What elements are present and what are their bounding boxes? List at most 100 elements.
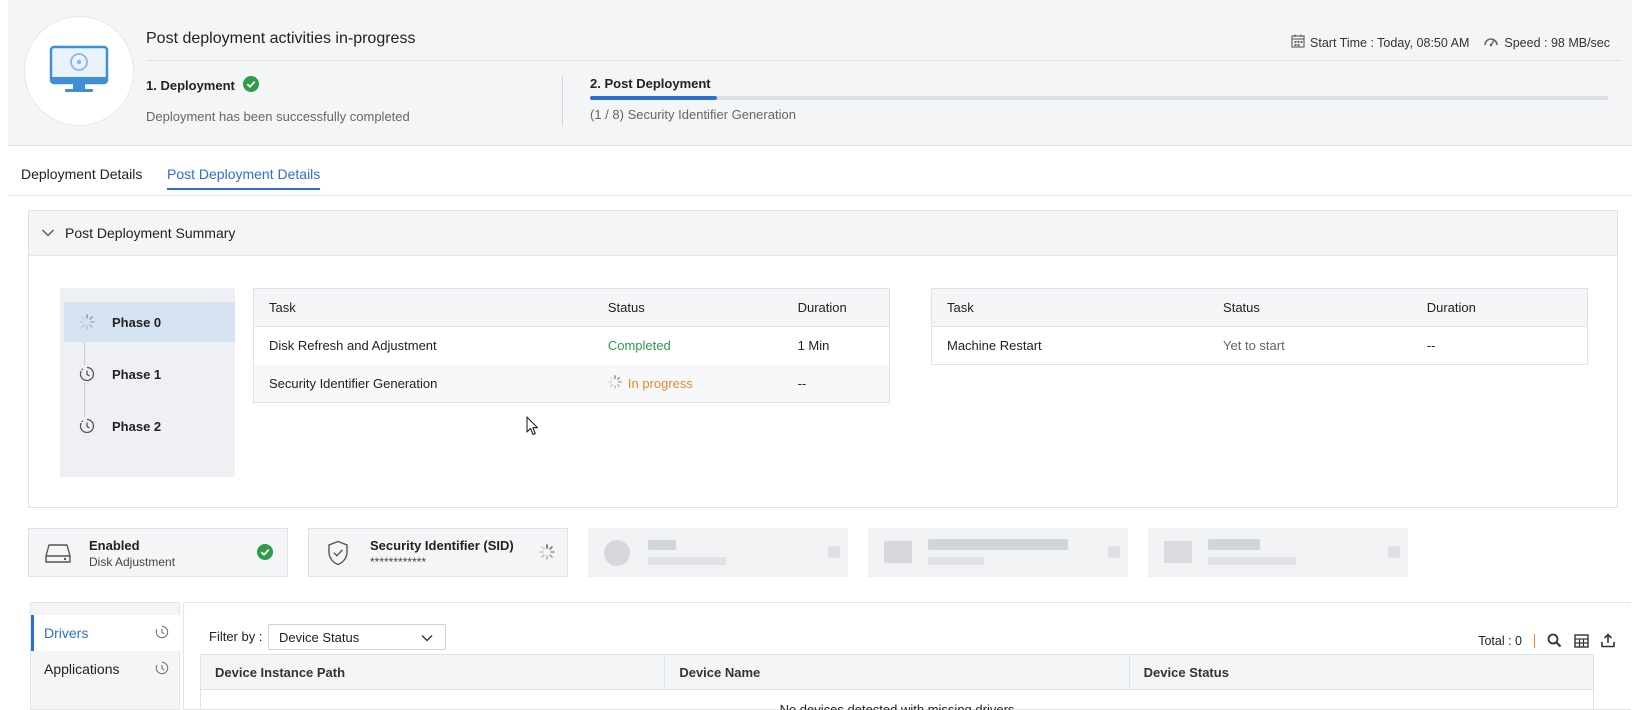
table-columns-icon[interactable] <box>1574 633 1589 648</box>
deployment-header: Post deployment activities in-progress S… <box>8 0 1632 146</box>
inventory-nav: Drivers Applications <box>30 602 181 710</box>
empty-state-message: No devices detected with missing drivers <box>779 702 1015 710</box>
column-header-device-status[interactable]: Device Status <box>1130 655 1593 689</box>
blurred-card <box>868 528 1128 577</box>
phase-0-label: Phase 0 <box>112 314 162 330</box>
pending-task-table: Task Status Duration Machine Restart Yet… <box>931 288 1588 365</box>
task-name: Security Identifier Generation <box>253 364 593 403</box>
device-status-filter[interactable]: Device Status <box>268 624 446 650</box>
phase-2[interactable]: Phase 2 <box>64 406 235 446</box>
start-time-text: Start Time : Today, 08:50 AM <box>1310 35 1470 50</box>
speed: Speed : 98 MB/sec <box>1483 35 1610 50</box>
card-subtitle: Disk Adjustment <box>89 555 176 569</box>
status-completed: Completed <box>607 338 671 354</box>
blurred-card <box>588 528 848 577</box>
pending-clock-icon <box>78 365 96 383</box>
card-subtitle: ************ <box>370 555 427 569</box>
pending-clock-icon <box>78 417 96 435</box>
monitor-badge <box>24 16 134 126</box>
search-icon[interactable] <box>1547 633 1562 648</box>
export-icon[interactable] <box>1601 633 1615 648</box>
pending-clock-icon <box>155 625 169 642</box>
table-row: Security Identifier Generation In progre… <box>253 364 890 403</box>
summary-title: Post Deployment Summary <box>65 225 236 241</box>
column-header-device-instance-path[interactable]: Device Instance Path <box>201 655 666 689</box>
phase-1[interactable]: Phase 1 <box>64 354 235 394</box>
spinner-icon <box>608 374 622 392</box>
phase-2-label: Phase 2 <box>112 418 162 434</box>
task-duration: -- <box>782 364 890 403</box>
task-duration: -- <box>1426 338 1436 353</box>
step-post-deployment-label: 2. Post Deployment <box>590 76 711 91</box>
monitor-disc-icon <box>47 44 111 99</box>
chevron-down-icon <box>421 630 433 645</box>
column-header-device-name[interactable]: Device Name <box>665 655 1130 689</box>
detail-tabs: Deployment Details Post Deployment Detai… <box>8 146 1632 196</box>
step-deployment-label: 1. Deployment <box>146 78 235 93</box>
drivers-grid-body: No devices detected with missing drivers <box>200 690 1594 710</box>
status-yet-to-start: Yet to start <box>1223 338 1285 353</box>
check-circle-icon <box>257 544 273 563</box>
drivers-content: Filter by : Device Status Total : 0 Devi… <box>183 602 1631 710</box>
post-deployment-summary-panel: Post Deployment Summary Phase 0 Phase 1 … <box>28 210 1618 508</box>
task-status: In progress <box>592 364 783 403</box>
nav-item-label: Applications <box>44 661 120 677</box>
speed-text: Speed : 98 MB/sec <box>1504 35 1610 50</box>
task-name: Disk Refresh and Adjustment <box>269 338 437 354</box>
disk-icon <box>45 542 71 567</box>
status-in-progress-text: In progress <box>627 375 693 391</box>
status-in-progress: In progress <box>608 374 693 392</box>
card-title: Enabled <box>89 538 140 553</box>
spinner-icon <box>78 313 96 331</box>
filter-label: Filter by : <box>209 629 263 644</box>
mouse-cursor-icon <box>526 416 540 439</box>
sid-card[interactable]: Security Identifier (SID) ************ <box>308 528 568 577</box>
drivers-grid-header: Device Instance Path Device Name Device … <box>200 654 1594 690</box>
post-deployment-progress-bar <box>590 96 1608 100</box>
nav-item-applications[interactable]: Applications <box>31 651 181 687</box>
progress-fill <box>590 96 718 100</box>
disk-adjustment-card[interactable]: Enabled Disk Adjustment <box>28 528 288 577</box>
column-header-status: Status <box>592 288 783 327</box>
start-time: Start Time : Today, 08:50 AM <box>1291 34 1469 51</box>
table-header-row: Task Status Duration <box>253 288 890 327</box>
task-duration: 1 Min <box>797 338 830 354</box>
speedometer-icon <box>1483 35 1499 50</box>
task-name: Machine Restart <box>947 338 1042 353</box>
card-title: Security Identifier (SID) <box>370 538 514 553</box>
shield-icon <box>327 540 349 569</box>
header-divider <box>146 60 1622 61</box>
column-header-status: Status <box>1208 288 1412 327</box>
spinner-icon <box>539 544 555 563</box>
task-status: Completed <box>593 327 783 365</box>
tab-post-deployment-details[interactable]: Post Deployment Details <box>167 166 321 190</box>
filter-value: Device Status <box>279 629 360 645</box>
table-row: Disk Refresh and Adjustment Completed 1 … <box>254 327 890 365</box>
check-circle-icon <box>242 76 259 95</box>
nav-item-drivers[interactable]: Drivers <box>31 615 181 651</box>
pending-clock-icon <box>155 661 169 678</box>
table-row: Machine Restart Yet to start -- <box>932 327 1588 365</box>
phase-0[interactable]: Phase 0 <box>64 302 235 342</box>
step-deployment: 1. Deployment <box>146 76 259 95</box>
summary-header[interactable]: Post Deployment Summary <box>29 211 1617 256</box>
column-header-duration: Duration <box>1411 288 1588 327</box>
nav-item-label: Drivers <box>44 625 89 641</box>
step-divider <box>562 76 563 126</box>
phase-list: Phase 0 Phase 1 Phase 2 <box>60 288 235 477</box>
blurred-card <box>1148 528 1408 577</box>
toolbar-separator <box>1534 633 1535 648</box>
total-count: Total : 0 <box>1478 633 1522 648</box>
header-meta: Start Time : Today, 08:50 AM Speed : 98 … <box>1291 34 1610 51</box>
column-header-duration: Duration <box>782 288 890 327</box>
column-header-task: Task <box>931 288 1209 327</box>
table-header-row: Task Status Duration <box>931 288 1588 327</box>
step-deployment-subtitle: Deployment has been successfully complet… <box>146 109 410 124</box>
column-header-task: Task <box>253 288 593 327</box>
page-title: Post deployment activities in-progress <box>146 30 416 47</box>
task-status: Yet to start <box>1208 327 1412 365</box>
tab-deployment-details[interactable]: Deployment Details <box>21 166 142 188</box>
step-post-deployment-subtitle: (1 / 8) Security Identifier Generation <box>590 107 796 122</box>
calendar-icon <box>1291 34 1305 51</box>
chevron-down-icon[interactable] <box>41 225 55 241</box>
